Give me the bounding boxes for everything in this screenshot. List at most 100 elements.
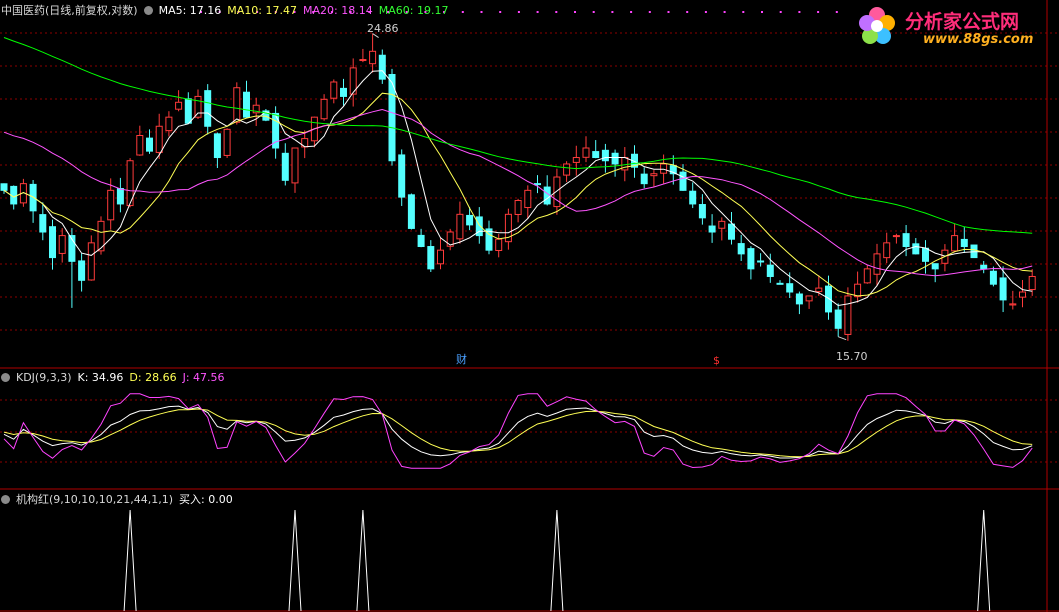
buy-signal-spike bbox=[550, 509, 564, 612]
low-price-label: 15.70 bbox=[836, 350, 868, 363]
candle-body bbox=[87, 242, 95, 281]
settings-circle-icon[interactable] bbox=[143, 6, 153, 15]
candle-body bbox=[233, 87, 241, 123]
candle-body bbox=[601, 149, 609, 162]
stock-title[interactable]: 中国医药(日线,前复权,对数) bbox=[1, 4, 138, 17]
candle-body bbox=[194, 95, 202, 118]
candle-body bbox=[437, 249, 444, 265]
ma5-label: MA5: 17.16 bbox=[158, 4, 222, 17]
top-tick-dot bbox=[779, 11, 782, 13]
ma60-label: MA60: 19.17 bbox=[378, 4, 449, 17]
jgh-title[interactable]: 机构红(9,10,10,10,21,44,1,1) bbox=[16, 493, 173, 506]
candle-body bbox=[660, 163, 668, 174]
candle-body bbox=[78, 260, 86, 281]
kdj-k-line bbox=[3, 405, 1033, 459]
grid-layer bbox=[0, 0, 1059, 612]
candle-body bbox=[1009, 303, 1017, 306]
candle-body bbox=[708, 225, 716, 233]
candle-body bbox=[999, 277, 1007, 301]
candle-body bbox=[466, 214, 474, 226]
jgh-circle-icon[interactable] bbox=[1, 495, 10, 504]
candle-body bbox=[223, 128, 231, 156]
top-tick-dot bbox=[461, 11, 464, 13]
candle-body bbox=[989, 270, 997, 285]
candle-body bbox=[980, 264, 988, 270]
candle-body bbox=[825, 285, 832, 313]
candle-body bbox=[689, 190, 697, 205]
candle-body bbox=[136, 134, 144, 156]
top-tick-dot bbox=[611, 11, 614, 13]
candle-body bbox=[757, 260, 765, 263]
top-tick-dot bbox=[499, 11, 502, 13]
logo-name: 分析家公式网 bbox=[905, 11, 1020, 33]
candle-body bbox=[747, 248, 755, 270]
candle-body bbox=[951, 235, 959, 252]
buy-signal-spike bbox=[123, 509, 137, 612]
top-tick-dot bbox=[723, 11, 726, 13]
ma20-label: MA20: 18.14 bbox=[303, 4, 373, 17]
top-tick-dot bbox=[704, 11, 707, 13]
candle-body bbox=[931, 263, 939, 270]
candle-body bbox=[378, 54, 386, 80]
candle-body bbox=[427, 246, 435, 270]
candle-body bbox=[407, 194, 415, 229]
candle-body bbox=[718, 220, 726, 229]
kdj-pane bbox=[3, 393, 1033, 469]
kdj-title[interactable]: KDJ(9,3,3) bbox=[16, 371, 72, 384]
candle-body bbox=[524, 189, 532, 209]
top-tick-dot bbox=[592, 11, 595, 13]
top-tick-dot bbox=[630, 11, 633, 13]
candle-body bbox=[795, 293, 803, 305]
top-tick-dot bbox=[574, 11, 576, 13]
candle-body bbox=[786, 283, 794, 293]
candle-body bbox=[737, 243, 745, 255]
candle-body bbox=[960, 238, 968, 248]
candle-body bbox=[912, 243, 920, 255]
candle-body bbox=[650, 173, 658, 177]
candle-body bbox=[330, 81, 338, 99]
candle-body bbox=[679, 171, 687, 191]
candle-body bbox=[892, 235, 900, 238]
candle-body bbox=[49, 226, 56, 259]
candle-body bbox=[572, 157, 580, 163]
kdj-header: KDJ(9,3,3) K: 34.96 D: 28.66 J: 47.56 bbox=[1, 371, 231, 384]
top-tick-dot bbox=[480, 11, 483, 13]
candle-body bbox=[815, 287, 823, 293]
candle-body bbox=[165, 116, 173, 132]
candle-body bbox=[563, 163, 571, 176]
kdj-d-line bbox=[3, 408, 1033, 458]
finance-marker[interactable]: 财 bbox=[456, 353, 467, 366]
candle-body bbox=[359, 59, 367, 62]
main-price-pane bbox=[0, 11, 1036, 341]
high-price-label: 24.86 bbox=[367, 22, 399, 35]
low-pointer bbox=[838, 336, 847, 341]
candle-body bbox=[1028, 275, 1036, 291]
main-header: 中国医药(日线,前复权,对数) MA5: 17.16 MA10: 17.47 MA20… bbox=[1, 4, 454, 17]
jigouhong-pane bbox=[123, 509, 991, 612]
candle-body bbox=[281, 152, 289, 181]
dividend-marker[interactable]: $ bbox=[713, 354, 720, 367]
buy-signal-spike bbox=[356, 509, 370, 612]
ma10-label: MA10: 17.47 bbox=[227, 4, 298, 17]
candle-body bbox=[0, 183, 8, 191]
jgh-buy-label: 买入: 0.00 bbox=[179, 493, 233, 506]
candle-body bbox=[398, 154, 406, 198]
candle-body bbox=[611, 152, 619, 165]
top-tick-dot bbox=[742, 11, 745, 13]
buy-signal-spike bbox=[288, 509, 302, 612]
top-tick-dot bbox=[835, 11, 838, 13]
top-tick-dot bbox=[761, 11, 763, 13]
candle-body bbox=[204, 90, 212, 127]
candle-body bbox=[776, 282, 784, 285]
candle-body bbox=[184, 98, 192, 124]
candle-body bbox=[58, 235, 66, 254]
candle-body bbox=[873, 253, 881, 275]
candle-body bbox=[369, 50, 377, 65]
candle-body bbox=[146, 137, 153, 152]
candle-body bbox=[863, 268, 871, 284]
logo-url: www.88gs.com bbox=[923, 32, 1034, 47]
kdj-circle-icon[interactable] bbox=[1, 373, 10, 382]
candle-body bbox=[155, 125, 163, 153]
candle-body bbox=[766, 264, 774, 277]
top-tick-dot bbox=[686, 11, 689, 13]
